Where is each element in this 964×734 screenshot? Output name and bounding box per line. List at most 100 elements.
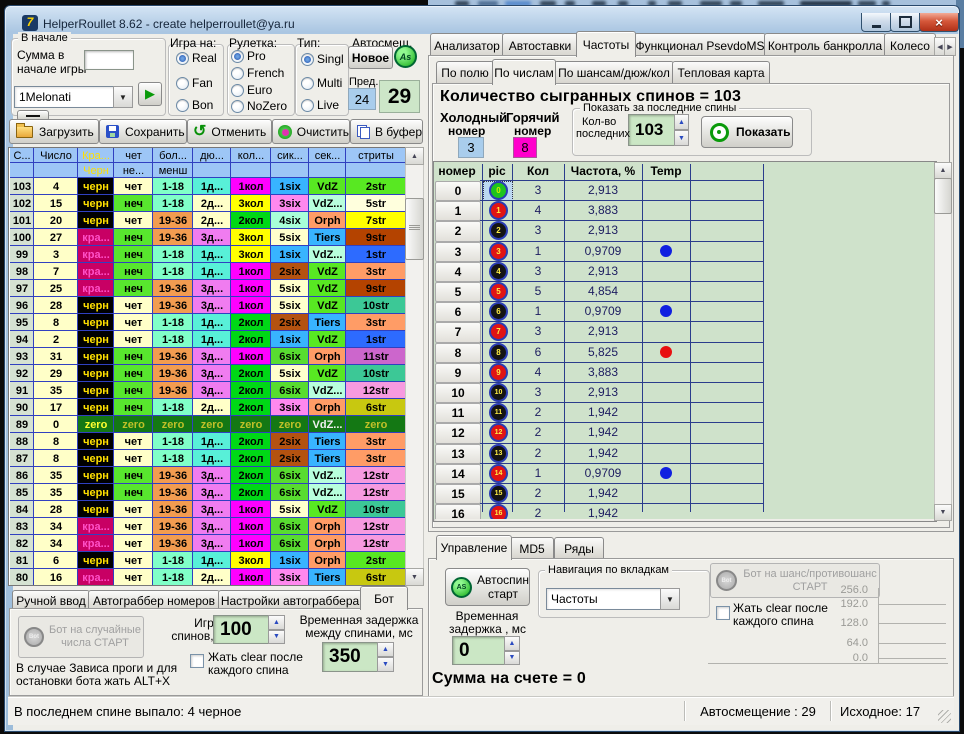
number-chip-4[interactable]: 4 [489,262,508,281]
history-cell[interactable]: VdZ... [309,195,346,212]
random-bot-start-button[interactable]: Bot Бот на случайные числа СТАРТ [18,616,144,658]
number-chip-3[interactable]: 3 [489,242,508,261]
radio-french[interactable] [231,67,244,80]
freq-scrollbar[interactable] [934,162,952,521]
spin-up-icon[interactable]: ▲ [377,642,394,657]
history-cell[interactable]: zero [114,416,153,433]
history-cell[interactable]: чет [114,314,153,331]
history-cell[interactable]: Tiers [309,433,346,450]
history-cell[interactable]: 3кол [231,229,271,246]
spin-down-icon[interactable]: ▼ [377,657,394,672]
history-cell[interactable]: Tiers [309,450,346,467]
number-chip-8[interactable]: 8 [489,343,508,362]
autoshift-new-button[interactable]: Новое [348,46,393,69]
history-cell[interactable]: 34 [34,535,78,552]
history-cell[interactable]: Orph [309,348,346,365]
history-cell[interactable]: 1-18 [153,433,193,450]
load-button[interactable]: Загрузить [9,119,99,144]
history-cell[interactable]: 1д... [193,450,231,467]
history-scroll-up[interactable]: ▲ [405,147,424,165]
nav-tabs-combo-arrow[interactable]: ▼ [660,588,680,610]
history-cell[interactable]: 3кол [231,246,271,263]
history-cell[interactable]: 9str [346,229,406,246]
history-cell[interactable]: 1кол [231,280,271,297]
show-button[interactable]: Показать [701,116,793,148]
history-cell[interactable]: 6six [271,382,309,399]
history-cell[interactable]: 103 [10,178,34,195]
history-cell[interactable]: 80 [10,569,34,586]
tab-main-5[interactable]: Контроль банкролла [764,33,886,57]
tab-main-3[interactable]: Частоты [576,31,636,57]
br-clear-checkbox[interactable] [716,606,730,620]
history-cell[interactable]: 19-36 [153,484,193,501]
history-cell[interactable]: Orph [309,518,346,535]
history-cell[interactable]: неч [114,382,153,399]
radio-euro[interactable] [231,84,244,97]
history-cell[interactable]: 2кол [231,433,271,450]
history-cell[interactable]: 10str [346,501,406,518]
history-cell[interactable]: 10str [346,365,406,382]
br-delay-spin-buttons[interactable]: ▲▼ [504,636,520,665]
history-header[interactable]: Число [34,148,78,163]
history-cell[interactable]: 1six [271,246,309,263]
history-cell[interactable]: черн [78,399,114,416]
history-cell[interactable]: 82 [10,535,34,552]
number-chip-14[interactable]: 14 [489,464,508,483]
history-cell[interactable]: 1-18 [153,399,193,416]
freq-number-cell[interactable]: 9 [435,363,481,383]
history-cell[interactable]: 1six [271,178,309,195]
history-cell[interactable]: 2кол [231,399,271,416]
number-chip-7[interactable]: 7 [489,322,508,341]
history-cell[interactable]: 3д... [193,297,231,314]
history-cell[interactable]: 19-36 [153,382,193,399]
history-cell[interactable]: VdZ... [309,484,346,501]
freq-number-cell[interactable]: 8 [435,343,481,363]
history-cell[interactable]: zero [346,416,406,433]
history-cell[interactable]: 5six [271,365,309,382]
history-header[interactable]: С... [10,148,34,163]
history-cell[interactable]: 31 [34,348,78,365]
history-cell[interactable]: черн [78,433,114,450]
history-header[interactable]: Черн [78,163,114,178]
history-cell[interactable]: 2д... [193,569,231,586]
history-header[interactable] [193,163,231,178]
history-cell[interactable]: 2д... [193,195,231,212]
history-cell[interactable]: черн [78,382,114,399]
preset-combo-arrow[interactable]: ▼ [113,86,133,108]
history-cell[interactable]: 3str [346,263,406,280]
history-cell[interactable]: 12str [346,535,406,552]
history-cell[interactable]: Tiers [309,229,346,246]
history-cell[interactable]: 2six [271,263,309,280]
history-header[interactable] [231,163,271,178]
history-cell[interactable]: 1-18 [153,195,193,212]
tab-bottomleft-1[interactable]: Ручной ввод [12,590,90,610]
history-cell[interactable]: zero [231,416,271,433]
freq-header[interactable]: номер [434,164,480,178]
history-cell[interactable]: 15 [34,195,78,212]
history-cell[interactable]: 3д... [193,382,231,399]
history-cell[interactable]: 29 [34,365,78,382]
number-chip-2[interactable]: 2 [489,221,508,240]
play-spins-spin-buttons[interactable]: ▲▼ [268,615,285,644]
play-preset-button[interactable]: ▶ [138,82,162,106]
history-cell[interactable]: неч [114,484,153,501]
history-cell[interactable]: 11str [346,348,406,365]
history-header[interactable]: стриты [346,148,406,163]
history-cell[interactable]: VdZ [309,263,346,280]
history-cell[interactable]: кра... [78,246,114,263]
history-cell[interactable]: 99 [10,246,34,263]
radio-real[interactable] [176,52,189,65]
history-cell[interactable]: неч [114,467,153,484]
number-chip-13[interactable]: 13 [489,444,508,463]
history-cell[interactable]: 3д... [193,484,231,501]
history-cell[interactable]: черн [78,484,114,501]
tab-freq-4[interactable]: Тепловая карта [672,61,770,84]
history-cell[interactable]: 1кол [231,348,271,365]
history-cell[interactable]: 6six [271,467,309,484]
history-cell[interactable]: 6six [271,348,309,365]
tab-main-2[interactable]: Автоставки [502,33,578,57]
history-cell[interactable]: VdZ [309,297,346,314]
bl-clear-checkbox[interactable] [190,654,204,668]
history-cell[interactable]: черн [78,331,114,348]
freq-number-cell[interactable]: 3 [435,242,481,262]
